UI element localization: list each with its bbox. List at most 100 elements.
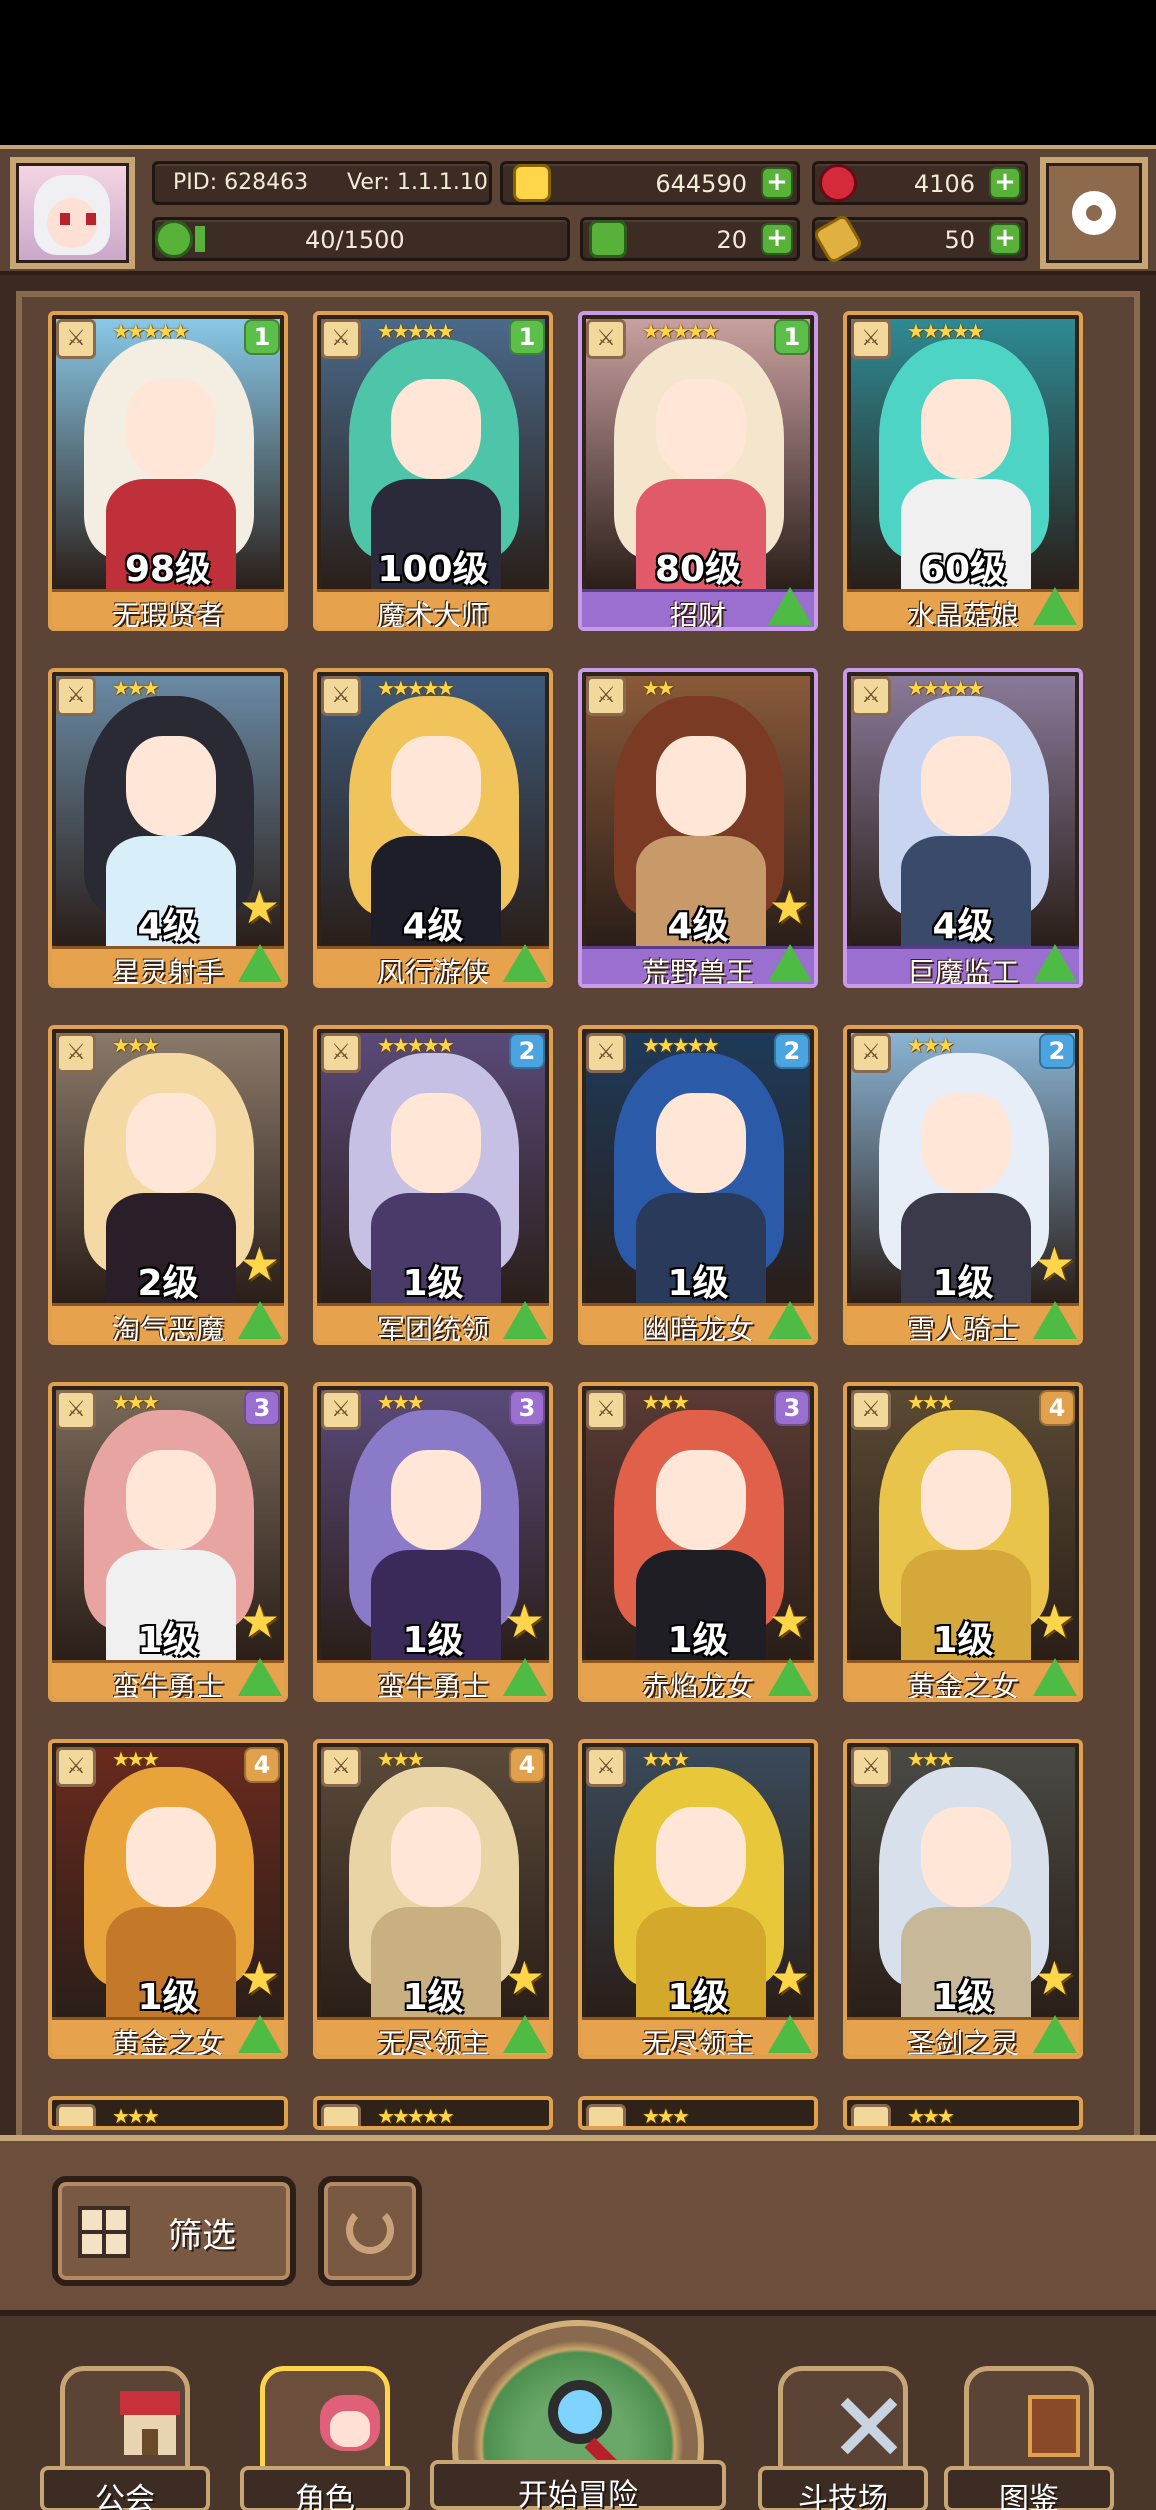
star-upgrade-icon: ★ <box>238 1594 280 1648</box>
character-card[interactable]: ⚔ ★★★ 2 1级 ★ 雪人骑士 <box>843 1025 1083 1345</box>
character-card-partial[interactable]: ★★★★★ <box>313 2096 553 2130</box>
star-upgrade-icon: ★ <box>768 1951 810 2005</box>
character-card-partial[interactable]: ★★★ <box>843 2096 1083 2130</box>
version-text: Ver: 1.1.1.10 <box>347 170 488 195</box>
portrait-face <box>656 1807 746 1907</box>
filter-label: 筛选 <box>168 2216 236 2256</box>
refresh-button[interactable] <box>318 2176 422 2286</box>
tier-badge: 2 <box>774 1033 810 1069</box>
character-level: 4级 <box>402 906 464 947</box>
character-card-partial[interactable]: ★★★ <box>48 2096 288 2130</box>
class-icon: ⚔ <box>851 1033 891 1073</box>
class-icon: ⚔ <box>586 1390 626 1430</box>
rarity-stars: ★★★★★ <box>642 1033 720 1057</box>
nav-arena[interactable]: 斗技场 <box>758 2366 928 2510</box>
character-card[interactable]: ⚔ ★★★★★ 2 1级 军团统领 <box>313 1025 553 1345</box>
class-icon: ⚔ <box>56 1747 96 1787</box>
portrait-face <box>126 736 216 836</box>
character-card[interactable]: ⚔ ★★★ 1级 ★ 圣剑之灵 <box>843 1739 1083 2059</box>
class-icon: ⚔ <box>56 1033 96 1073</box>
character-card[interactable]: ⚔ ★★★★★ 4级 巨魔监工 <box>843 668 1083 988</box>
nav-guild-label-box: 公会 <box>40 2466 210 2510</box>
class-icon: ⚔ <box>321 676 361 716</box>
character-card[interactable]: ⚔ ★★★ 2级 ★ 淘气恶魔 <box>48 1025 288 1345</box>
character-card[interactable]: ⚔ ★★★ 4 1级 ★ 无尽领主 <box>313 1739 553 2059</box>
character-card[interactable]: ⚔ ★★★★★ 1 98级 无瑕贤者 <box>48 311 288 631</box>
tier-badge: 3 <box>509 1390 545 1426</box>
portrait-face <box>126 379 216 479</box>
character-card[interactable]: ⚔ ★★★★★ 1 80级 招财 <box>578 311 818 631</box>
class-icon: ⚔ <box>56 676 96 716</box>
filter-button[interactable]: 筛选 <box>52 2176 296 2286</box>
add-key-button[interactable]: + <box>989 223 1021 255</box>
star-upgrade-icon: ★ <box>1033 1951 1075 2005</box>
star-upgrade-icon: ★ <box>238 880 280 934</box>
character-card[interactable]: ⚔ ★★★ 4级 ★ 星灵射手 <box>48 668 288 988</box>
class-icon: ⚔ <box>586 1747 626 1787</box>
start-adventure-button[interactable]: 开始冒险 <box>430 2320 726 2510</box>
portrait-face <box>921 1093 1011 1193</box>
rarity-stars: ★★★★★ <box>642 319 720 343</box>
character-card[interactable]: ⚔ ★★★ 3 1级 ★ 蛮牛勇士 <box>313 1382 553 1702</box>
tier-badge: 1 <box>509 319 545 355</box>
player-avatar[interactable] <box>10 157 135 269</box>
nav-characters-frame <box>260 2366 390 2476</box>
nav-arena-frame <box>778 2366 908 2476</box>
clover-icon <box>589 220 627 258</box>
character-card[interactable]: ⚔ ★★★★★ 60级 水晶菇娘 <box>843 311 1083 631</box>
add-gem-button[interactable]: + <box>989 167 1021 199</box>
character-card[interactable]: ⚔ ★★★ 3 1级 ★ 蛮牛勇士 <box>48 1382 288 1702</box>
class-icon <box>851 2104 891 2126</box>
tier-badge: 3 <box>244 1390 280 1426</box>
class-icon: ⚔ <box>321 1390 361 1430</box>
clover-bar: 20 + <box>580 217 800 261</box>
tree-upgrade-icon <box>503 1301 547 1339</box>
nav-codex-frame <box>964 2366 1094 2476</box>
character-card-partial[interactable]: ★★★ <box>578 2096 818 2130</box>
class-icon: ⚔ <box>56 319 96 359</box>
character-card[interactable]: ⚔ ★★ 4级 ★ 荒野兽王 <box>578 668 818 988</box>
name-bar: 魔术大师 <box>317 589 549 627</box>
rarity-stars: ★★★ <box>642 1390 690 1414</box>
pid-text: PID: 628463 <box>173 170 309 195</box>
character-name: 无瑕贤者 <box>111 599 224 631</box>
portrait-face <box>391 379 481 479</box>
key-value: 50 <box>944 226 975 254</box>
class-icon: ⚔ <box>851 1747 891 1787</box>
star-upgrade-icon: ★ <box>1033 1594 1075 1648</box>
avatar-eye <box>60 213 70 225</box>
nav-codex[interactable]: 图鉴 <box>944 2366 1114 2510</box>
portrait-face <box>391 736 481 836</box>
nav-codex-label: 图鉴 <box>999 2482 1059 2510</box>
character-card[interactable]: ⚔ ★★★★★ 2 1级 幽暗龙女 <box>578 1025 818 1345</box>
rarity-stars: ★★ <box>642 676 675 700</box>
tree-upgrade-icon <box>503 2015 547 2053</box>
nav-characters[interactable]: 角色 <box>240 2366 410 2510</box>
character-card[interactable]: ⚔ ★★★★★ 4级 风行游侠 <box>313 668 553 988</box>
rarity-stars: ★★★★★ <box>907 676 985 700</box>
rarity-stars: ★★★ <box>112 676 160 700</box>
class-icon: ⚔ <box>321 1747 361 1787</box>
character-card[interactable]: ⚔ ★★★ 3 1级 ★ 赤焰龙女 <box>578 1382 818 1702</box>
character-card[interactable]: ⚔ ★★★ 4 1级 ★ 黄金之女 <box>48 1739 288 2059</box>
tree-upgrade-icon <box>768 1301 812 1339</box>
nav-guild[interactable]: 公会 <box>40 2366 210 2510</box>
portrait-face <box>656 1450 746 1550</box>
add-clover-button[interactable]: + <box>761 223 793 255</box>
character-card[interactable]: ⚔ ★★★★★ 1 100级 魔术大师 <box>313 311 553 631</box>
character-level: 1级 <box>667 1263 729 1304</box>
tier-badge: 4 <box>509 1747 545 1783</box>
character-level: 4级 <box>932 906 994 947</box>
character-card[interactable]: ⚔ ★★★ 1级 ★ 无尽领主 <box>578 1739 818 2059</box>
magnifier-icon <box>548 2380 612 2444</box>
tree-upgrade-icon <box>238 2015 282 2053</box>
portrait-face <box>656 736 746 836</box>
add-gold-button[interactable]: + <box>761 167 793 199</box>
star-upgrade-icon: ★ <box>1033 1237 1075 1291</box>
character-card[interactable]: ⚔ ★★★ 4 1级 ★ 黄金之女 <box>843 1382 1083 1702</box>
gold-value: 644590 <box>655 170 747 198</box>
nav-characters-label-box: 角色 <box>240 2466 410 2510</box>
star-upgrade-icon: ★ <box>238 1237 280 1291</box>
settings-button[interactable] <box>1040 157 1148 269</box>
tree-upgrade-icon <box>1033 2015 1077 2053</box>
